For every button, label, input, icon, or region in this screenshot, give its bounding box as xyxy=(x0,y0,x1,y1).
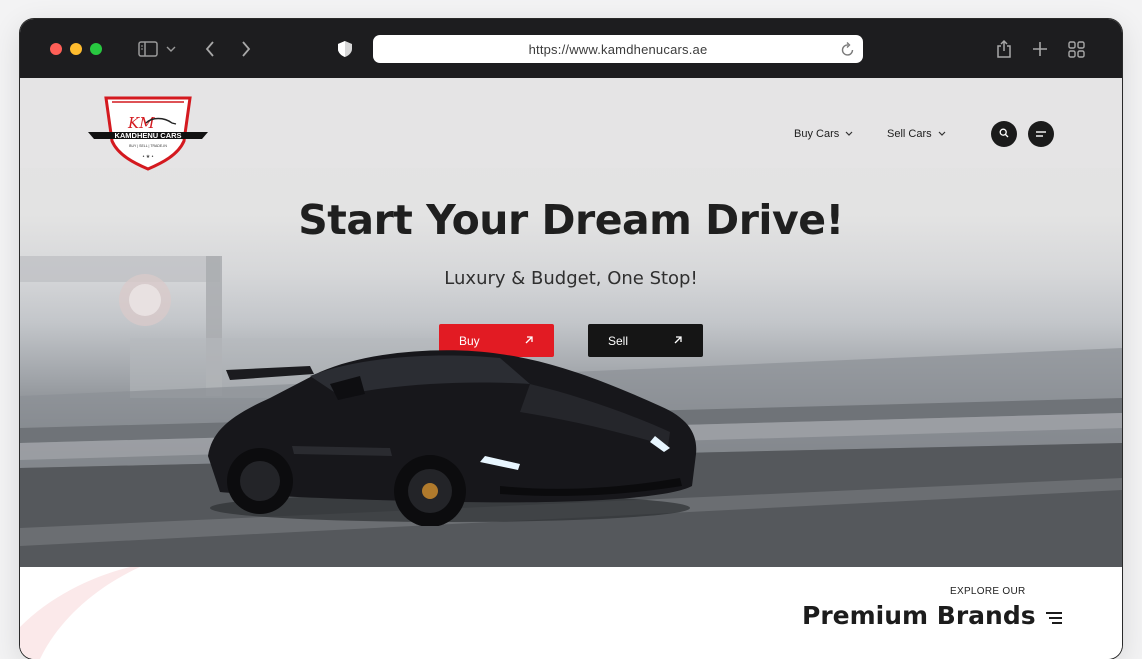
browser-toolbar: https://www.kamdhenucars.ae xyxy=(20,19,1122,78)
nav-sell-cars-label: Sell Cars xyxy=(887,128,932,140)
sidebar-icon[interactable] xyxy=(136,37,160,61)
reload-icon[interactable] xyxy=(841,41,855,60)
brands-eyebrow: EXPLORE OUR xyxy=(950,586,1026,597)
chevron-down-icon xyxy=(845,128,853,140)
sports-car-image xyxy=(208,350,697,526)
address-bar[interactable]: https://www.kamdhenucars.ae xyxy=(373,35,863,63)
menu-button[interactable] xyxy=(1028,121,1054,147)
chevron-down-icon xyxy=(938,128,946,140)
decorative-swoosh xyxy=(20,567,140,659)
site-logo[interactable]: KM KAMDHENU CARS BUY | SELL | TRADE-IN •… xyxy=(88,93,208,176)
premium-brands-section: EXPLORE OUR Premium Brands xyxy=(20,567,1122,659)
nav-buy-cars[interactable]: Buy Cars xyxy=(794,128,853,140)
logo-tagline: BUY | SELL | TRADE-IN xyxy=(129,144,167,148)
menu-icon xyxy=(1035,125,1047,143)
logo-wordmark: KAMDHENU CARS xyxy=(114,131,181,140)
hero-subtitle: Luxury & Budget, One Stop! xyxy=(444,268,698,289)
share-icon[interactable] xyxy=(994,37,1014,61)
hero-title: Start Your Dream Drive! xyxy=(298,196,844,244)
brands-title-text: Premium Brands xyxy=(802,601,1036,630)
zoom-window-button[interactable] xyxy=(90,43,102,55)
url-text: https://www.kamdhenucars.ae xyxy=(528,41,708,57)
forward-icon[interactable] xyxy=(236,37,256,61)
lines-icon xyxy=(1044,601,1064,630)
chevron-down-icon[interactable] xyxy=(163,37,179,61)
shield-icon[interactable] xyxy=(335,37,355,61)
nav-sell-cars[interactable]: Sell Cars xyxy=(887,128,946,140)
back-icon[interactable] xyxy=(200,37,220,61)
svg-text:• ★ •: • ★ • xyxy=(143,154,154,160)
search-icon xyxy=(999,125,1009,143)
hero-section: KM KAMDHENU CARS BUY | SELL | TRADE-IN •… xyxy=(20,78,1122,567)
website-page: KM KAMDHENU CARS BUY | SELL | TRADE-IN •… xyxy=(20,78,1122,659)
close-window-button[interactable] xyxy=(50,43,62,55)
logo-initials: KM xyxy=(127,114,155,132)
browser-window: https://www.kamdhenucars.ae KM KAMDHENU … xyxy=(20,19,1122,659)
brands-title: Premium Brands xyxy=(802,601,1064,630)
new-tab-icon[interactable] xyxy=(1030,37,1050,61)
nav-buy-cars-label: Buy Cars xyxy=(794,128,840,140)
minimize-window-button[interactable] xyxy=(70,43,82,55)
tab-overview-icon[interactable] xyxy=(1066,37,1086,61)
search-button[interactable] xyxy=(991,121,1017,147)
